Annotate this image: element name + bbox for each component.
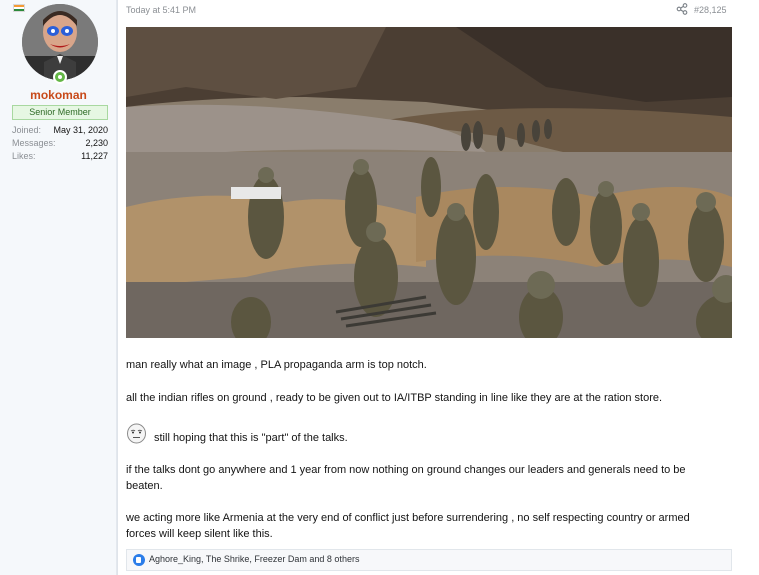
- stat-key: Joined:: [12, 125, 42, 135]
- post-timestamp[interactable]: Today at 5:41 PM: [126, 5, 196, 15]
- user-panel: mokoman Senior Member Joined: May 31, 20…: [0, 0, 117, 575]
- like-icon: [133, 554, 145, 566]
- post-image[interactable]: [126, 27, 732, 338]
- post-paragraph: man really what an image , PLA propagand…: [126, 359, 427, 371]
- post-paragraph: still hoping that this is "part" of the …: [154, 432, 348, 444]
- share-icon[interactable]: [676, 3, 688, 15]
- stat-value: 11,227: [81, 151, 108, 161]
- stat-value: 2,230: [85, 138, 108, 148]
- stat-value: May 31, 2020: [53, 125, 108, 135]
- reactions-list[interactable]: Aghore_King, The Shrike, Freezer Dam and…: [149, 554, 359, 564]
- online-status-icon: [53, 70, 67, 84]
- user-title-badge: Senior Member: [12, 105, 108, 120]
- forum-post: mokoman Senior Member Joined: May 31, 20…: [0, 0, 759, 575]
- post-paragraph: if the talks dont go anywhere and 1 year…: [126, 464, 686, 492]
- meh-smilie-icon: [127, 423, 146, 444]
- reactions-bar[interactable]: Aghore_King, The Shrike, Freezer Dam and…: [126, 549, 732, 571]
- message-content: Today at 5:41 PM #28,125 man really what…: [117, 0, 759, 575]
- post-paragraph: we acting more like Armenia at the very …: [126, 512, 690, 540]
- avatar[interactable]: [22, 4, 98, 80]
- post-paragraph: all the indian rifles on ground , ready …: [126, 392, 663, 404]
- stat-key: Messages:: [12, 138, 56, 148]
- stat-key: Likes:: [12, 151, 36, 161]
- post-number-link[interactable]: #28,125: [694, 5, 727, 15]
- india-flag-icon: [13, 4, 25, 12]
- username[interactable]: mokoman: [0, 88, 117, 102]
